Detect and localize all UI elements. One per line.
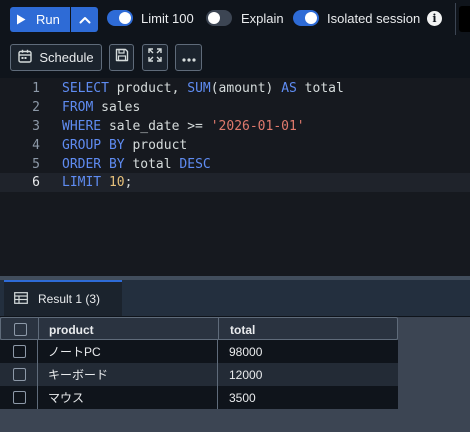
total-cell: 3500 [229, 390, 256, 405]
chevron-up-icon [79, 11, 91, 29]
product-cell: ノートPC [48, 345, 101, 359]
result-tab-label: Result 1 [38, 292, 83, 306]
explain-label: Explain [241, 11, 284, 26]
save-button[interactable] [109, 44, 134, 71]
product-cell: マウス [48, 391, 85, 405]
code-text: GROUP BY product [62, 138, 188, 153]
results-tab-bar: Result 1 (3) [0, 280, 470, 316]
table-icon [14, 291, 28, 307]
side-panel-button[interactable] [459, 6, 470, 32]
run-options-button[interactable] [71, 7, 98, 32]
explain-toggle[interactable] [206, 10, 232, 26]
run-button[interactable]: Run [10, 7, 70, 32]
total-cell: 12000 [229, 367, 263, 382]
code-text: LIMIT 10; [62, 175, 133, 190]
more-icon [181, 49, 196, 67]
code-line-6: 6 LIMIT 10; [0, 173, 470, 192]
code-line-4: 4 GROUP BY product [0, 136, 470, 155]
column-divider [217, 363, 218, 386]
tab-result-1[interactable]: Result 1 (3) [4, 280, 122, 316]
save-icon [115, 48, 129, 67]
schedule-button[interactable]: Schedule [10, 44, 102, 71]
total-cell: 98000 [229, 344, 263, 359]
column-divider [37, 386, 38, 409]
results-panel: Result 1 (3) product total ノートPC 98000 キ… [0, 280, 470, 432]
limit-toggle[interactable] [107, 10, 133, 26]
results-table: product total ノートPC 98000 キーボード 12000 マウ… [0, 317, 398, 409]
sql-editor[interactable]: 1 SELECT product, SUM(amount) AS total 2… [0, 78, 470, 256]
results-grid: product total ノートPC 98000 キーボード 12000 マウ… [0, 317, 470, 432]
column-divider[interactable] [218, 318, 219, 341]
editor-footer [0, 256, 470, 276]
column-divider[interactable] [38, 318, 39, 341]
limit-label: Limit 100 [141, 11, 194, 26]
play-icon [16, 14, 26, 25]
table-row[interactable]: キーボード 12000 [0, 363, 398, 386]
row-checkbox[interactable] [13, 368, 26, 381]
line-number: 4 [32, 138, 40, 153]
toolbar-divider [455, 3, 456, 35]
code-text: WHERE sale_date >= '2026-01-01' [62, 119, 305, 134]
code-text: SELECT product, SUM(amount) AS total [62, 81, 344, 96]
row-checkbox[interactable] [13, 345, 26, 358]
column-divider [37, 340, 38, 363]
code-text: FROM sales [62, 100, 141, 115]
table-row[interactable]: ノートPC 98000 [0, 340, 398, 363]
column-header-product[interactable]: product [49, 318, 94, 341]
column-divider [37, 363, 38, 386]
table-row[interactable]: マウス 3500 [0, 386, 398, 409]
product-cell: キーボード [48, 368, 109, 382]
line-number: 2 [32, 100, 40, 115]
column-divider [217, 340, 218, 363]
schedule-label: Schedule [39, 50, 94, 65]
table-header-row: product total [0, 317, 398, 341]
code-line-1: 1 SELECT product, SUM(amount) AS total [0, 79, 470, 98]
fullscreen-button[interactable] [142, 44, 168, 71]
column-header-total[interactable]: total [230, 318, 255, 341]
code-text: ORDER BY total DESC [62, 157, 211, 172]
code-line-3: 3 WHERE sale_date >= '2026-01-01' [0, 117, 470, 136]
more-actions-button[interactable] [175, 44, 202, 71]
info-icon[interactable]: i [427, 11, 442, 26]
column-divider [217, 386, 218, 409]
calendar-icon [18, 49, 33, 66]
code-line-2: 2 FROM sales [0, 98, 470, 117]
line-number: 5 [32, 157, 40, 172]
run-button-group: Run [10, 7, 98, 32]
expand-icon [148, 48, 162, 67]
line-number: 1 [32, 81, 40, 96]
code-line-5: 5 ORDER BY total DESC [0, 155, 470, 174]
result-count: (3) [85, 292, 101, 306]
line-number: 6 [32, 175, 40, 190]
select-all-checkbox[interactable] [14, 323, 27, 336]
isolated-session-toggle[interactable] [293, 10, 319, 26]
line-number: 3 [32, 119, 40, 134]
row-checkbox[interactable] [13, 391, 26, 404]
isolated-session-label: Isolated session [327, 11, 421, 26]
run-label: Run [36, 12, 60, 27]
query-toolbar: Run Limit 100 Explain Isolated session i [0, 0, 470, 38]
